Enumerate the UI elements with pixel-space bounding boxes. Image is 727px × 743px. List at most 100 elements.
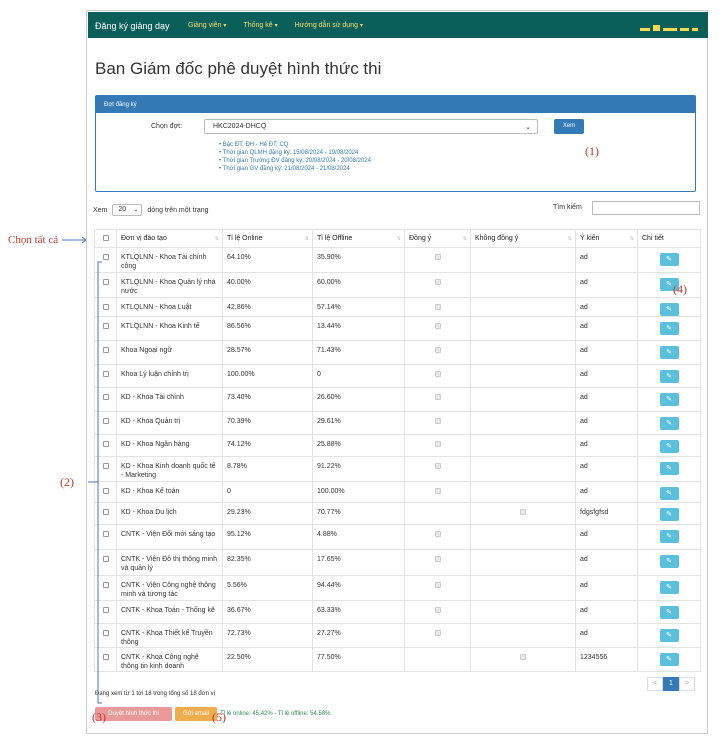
- pager-prev[interactable]: <: [647, 677, 663, 691]
- edit-icon[interactable]: ✎: [659, 629, 679, 642]
- row-online-rate: 64.10%: [222, 247, 313, 273]
- row-select-checkbox[interactable]: [102, 488, 109, 494]
- col-online-rate[interactable]: Tỉ lệ Online ⇅: [222, 229, 313, 248]
- disagree-checkbox[interactable]: [520, 654, 526, 660]
- pager-page-1[interactable]: 1: [663, 677, 679, 691]
- agree-checkbox[interactable]: [434, 582, 441, 588]
- edit-icon[interactable]: ✎: [659, 606, 679, 619]
- menu-lecturers[interactable]: Giảng viên ▾: [188, 22, 226, 29]
- col-unit[interactable]: Đơn vị đào tạo ⇅: [116, 229, 223, 248]
- row-disagree-cell: [470, 600, 576, 624]
- agree-checkbox[interactable]: [434, 347, 441, 353]
- agree-checkbox[interactable]: [434, 279, 441, 285]
- agree-checkbox[interactable]: [434, 394, 441, 400]
- row-select-checkbox[interactable]: [102, 509, 109, 515]
- row-unit: KD - Khoa Ngân hàng: [116, 434, 223, 457]
- menu-user-guide[interactable]: Hướng dẫn sử dụng ▾: [295, 22, 363, 29]
- row-select-checkbox[interactable]: [102, 254, 109, 260]
- disagree-checkbox[interactable]: [520, 509, 526, 515]
- row-select-checkbox[interactable]: [102, 607, 109, 613]
- row-select-checkbox[interactable]: [102, 463, 109, 469]
- row-online-rate: 40.00%: [222, 272, 313, 298]
- agree-checkbox[interactable]: [434, 371, 441, 377]
- edit-icon[interactable]: ✎: [659, 346, 679, 359]
- row-select-checkbox[interactable]: [102, 394, 109, 400]
- send-email-button[interactable]: Gửi email: [175, 707, 217, 721]
- row-select-checkbox[interactable]: [102, 582, 109, 588]
- show-label: Xem: [93, 206, 108, 214]
- edit-icon[interactable]: ✎: [659, 462, 679, 475]
- edit-icon[interactable]: ✎: [659, 370, 679, 383]
- sort-icon: ⇅: [567, 236, 572, 242]
- agree-checkbox[interactable]: [434, 418, 441, 424]
- row-select-checkbox[interactable]: [102, 441, 109, 447]
- table-row: KTLQLNN - Khoa Tài chính công 64.10% 35.90…: [94, 247, 701, 273]
- col-offline-rate[interactable]: Tỉ lệ Offline ⇅: [312, 229, 405, 248]
- period-select[interactable]: HKC2024-DHCQ ⌄: [204, 119, 538, 134]
- agree-checkbox[interactable]: [434, 630, 441, 636]
- edit-icon[interactable]: ✎: [659, 653, 679, 666]
- edit-icon[interactable]: ✎: [659, 417, 679, 430]
- edit-icon[interactable]: ✎: [659, 555, 679, 568]
- agree-checkbox[interactable]: [434, 531, 441, 537]
- table-row: KD - Khoa Quản trị 70.39% 29.61% ad ✎: [94, 411, 701, 435]
- edit-icon[interactable]: ✎: [659, 393, 679, 406]
- row-opinion: ad: [575, 434, 638, 457]
- row-select-checkbox[interactable]: [102, 630, 109, 636]
- table-row: KD - Khoa Ngân hàng 74.12% 25.88% ad ✎: [94, 434, 701, 457]
- row-unit: KD - Khoa Du lịch: [116, 502, 223, 525]
- table-row: CNTK - Viện Công nghệ thông minh và tươn…: [94, 575, 701, 601]
- search-input[interactable]: [592, 201, 700, 215]
- table-row: CNTK - Khoa Thiết kế Truyền thông 72.73% 2…: [94, 623, 701, 648]
- agree-checkbox[interactable]: [434, 441, 441, 447]
- table-row: CNTK - Khoa Công nghệ thông tin kinh doa…: [94, 647, 701, 672]
- edit-icon[interactable]: ✎: [659, 440, 679, 453]
- row-select-checkbox[interactable]: [102, 531, 109, 537]
- period-info-item: Thời gian QLMH đăng ký: 15/08/2024 - 19/…: [219, 149, 371, 157]
- row-online-rate: 42.86%: [222, 297, 313, 317]
- row-detail-cell: ✎: [637, 549, 701, 576]
- row-select-checkbox[interactable]: [102, 418, 109, 424]
- agree-checkbox[interactable]: [434, 323, 441, 329]
- row-select-checkbox[interactable]: [102, 279, 109, 285]
- col-opinion[interactable]: Ý kiến ⇅: [575, 229, 638, 248]
- row-select-checkbox[interactable]: [102, 371, 109, 377]
- sort-icon: ⇅: [629, 236, 634, 242]
- row-detail-cell: ✎: [637, 316, 701, 341]
- edit-icon[interactable]: ✎: [659, 508, 679, 521]
- row-select-checkbox[interactable]: [102, 654, 109, 660]
- row-disagree-cell: [470, 575, 576, 601]
- agree-checkbox[interactable]: [434, 463, 441, 469]
- agree-checkbox[interactable]: [434, 607, 441, 613]
- chevron-down-icon: ⌄: [525, 124, 531, 131]
- row-select-checkbox[interactable]: [102, 556, 109, 562]
- view-button[interactable]: Xem: [554, 119, 584, 134]
- edit-icon[interactable]: ✎: [659, 322, 679, 335]
- row-select-checkbox[interactable]: [102, 304, 109, 310]
- select-all-checkbox[interactable]: [102, 234, 109, 241]
- page-size-select[interactable]: 20 ⌄: [112, 204, 143, 216]
- row-detail-cell: ✎: [637, 647, 701, 672]
- edit-icon[interactable]: ✎: [659, 303, 679, 316]
- col-disagree[interactable]: Không đồng ý ⇅: [470, 229, 576, 248]
- approval-table: Đơn vị đào tạo ⇅ Tỉ lệ Online ⇅ Tỉ lệ Offl…: [94, 229, 701, 672]
- edit-icon[interactable]: ✎: [659, 581, 679, 594]
- main-menu: Giảng viên ▾ Thống kê ▾ Hướng dẫn sử dụn…: [188, 22, 363, 29]
- row-select-checkbox[interactable]: [102, 347, 109, 353]
- edit-icon[interactable]: ✎: [659, 487, 679, 500]
- agree-checkbox[interactable]: [434, 556, 441, 562]
- approve-exam-format-button[interactable]: Duyệt hình thức thi: [95, 707, 172, 721]
- brand-link[interactable]: Đăng ký giảng dạy: [95, 21, 170, 31]
- edit-icon[interactable]: ✎: [659, 253, 679, 266]
- menu-statistics[interactable]: Thống kê ▾: [243, 22, 277, 29]
- agree-checkbox[interactable]: [434, 304, 441, 310]
- col-agree[interactable]: Đồng ý ⇅: [404, 229, 471, 248]
- row-agree-cell: [404, 600, 471, 624]
- pager-next[interactable]: >: [679, 677, 695, 691]
- edit-icon[interactable]: ✎: [659, 530, 679, 543]
- row-select-checkbox[interactable]: [102, 323, 109, 329]
- user-menu[interactable]: [640, 25, 698, 31]
- agree-checkbox[interactable]: [434, 254, 441, 260]
- agree-checkbox[interactable]: [434, 488, 441, 494]
- row-offline-rate: 13.44%: [312, 316, 405, 341]
